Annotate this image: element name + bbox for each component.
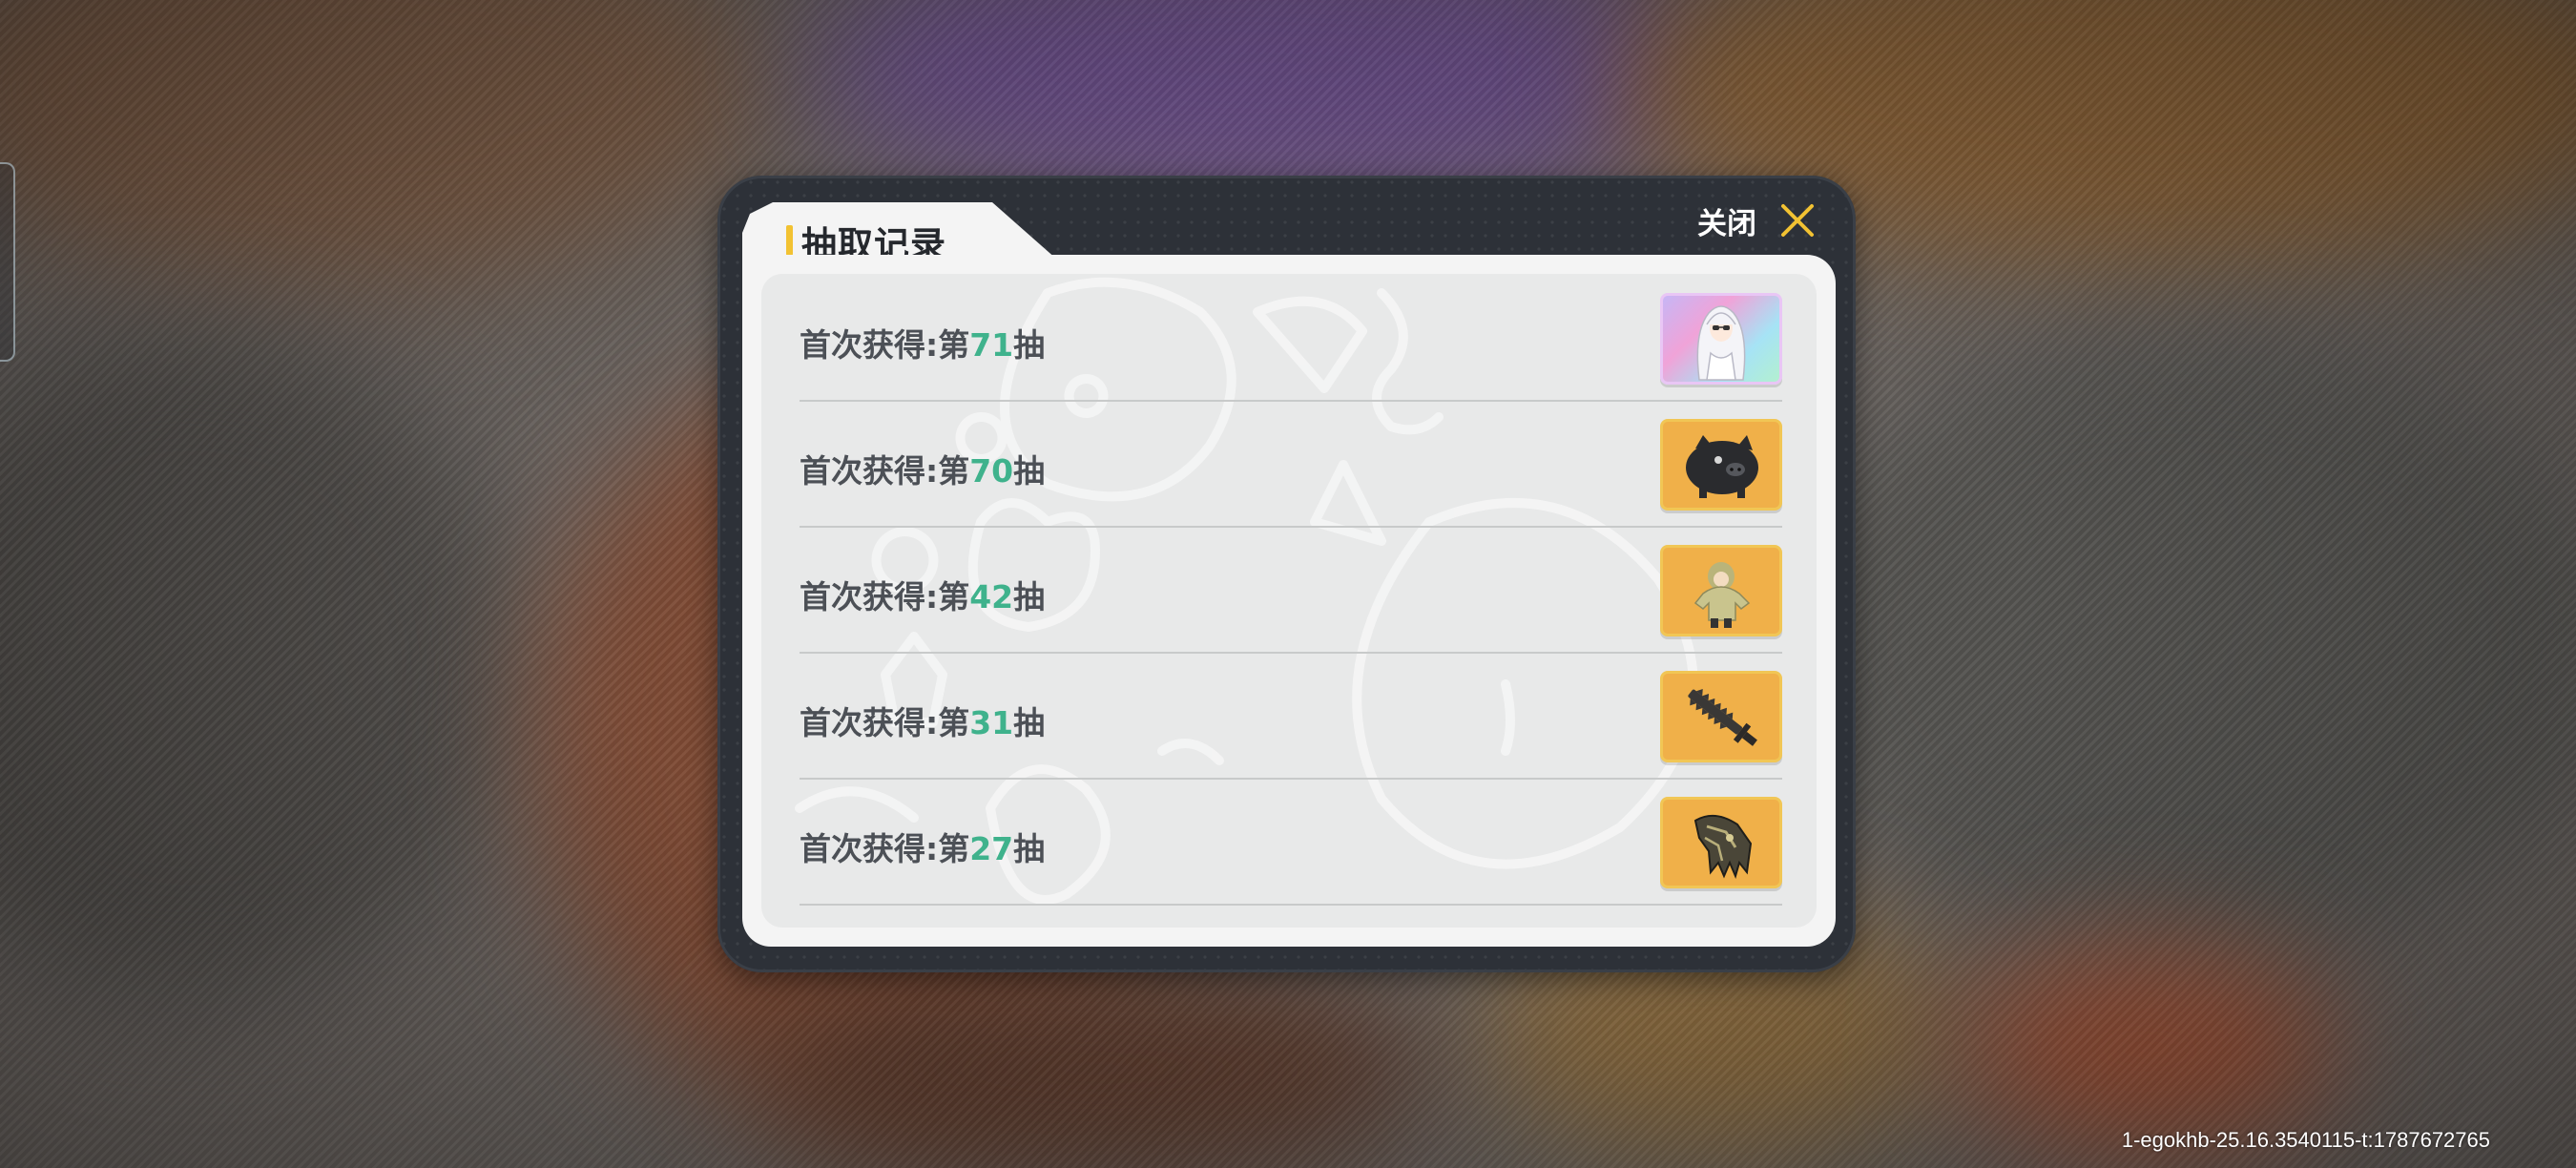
record-panel: 首次获得:第71抽 首次获得:第70抽 首次获得:第42抽 首次获得:第31抽 … [742, 255, 1836, 947]
list-item: 首次获得:第71抽 [800, 274, 1782, 402]
list-item: 首次获得:第42抽 [800, 526, 1782, 654]
record-text: 首次获得:第27抽 [800, 830, 1046, 867]
close-x-icon [1781, 204, 1814, 237]
close-button[interactable]: 关闭 [1697, 197, 1818, 244]
list-item: 首次获得:第70抽 [800, 400, 1782, 528]
record-text: 首次获得:第42抽 [800, 578, 1046, 615]
title-accent-bar [786, 225, 793, 256]
record-text: 首次获得:第31抽 [800, 704, 1046, 741]
list-item: 首次获得:第27抽 [800, 778, 1782, 906]
white-haired-character-icon [1696, 305, 1746, 381]
item-thumbnail[interactable] [1660, 293, 1782, 385]
mechanical-gauntlet-icon [1693, 814, 1753, 879]
serrated-sword-icon [1688, 689, 1757, 746]
item-thumbnail[interactable] [1660, 545, 1782, 636]
list-item: 首次获得:第31抽 [800, 652, 1782, 780]
item-thumbnail[interactable] [1660, 419, 1782, 511]
build-version-text: 1-egokhb-25.16.3540115-t:1787672765 [2121, 1128, 2490, 1152]
item-thumbnail[interactable] [1660, 797, 1782, 888]
item-thumbnail[interactable] [1660, 671, 1782, 762]
record-text: 首次获得:第70抽 [800, 452, 1046, 490]
black-pig-icon [1686, 435, 1758, 498]
record-list[interactable]: 首次获得:第71抽 首次获得:第70抽 首次获得:第42抽 首次获得:第31抽 … [761, 274, 1817, 928]
close-label: 关闭 [1697, 206, 1756, 241]
record-text: 首次获得:第71抽 [800, 326, 1046, 364]
hooded-doll-icon [1693, 562, 1751, 628]
side-drawer-tab[interactable] [0, 162, 15, 362]
draw-record-dialog: 抽取记录 关闭 首次获得:第71抽 首次获得:第70抽 首次获得:第42抽 首次… [717, 176, 1856, 972]
